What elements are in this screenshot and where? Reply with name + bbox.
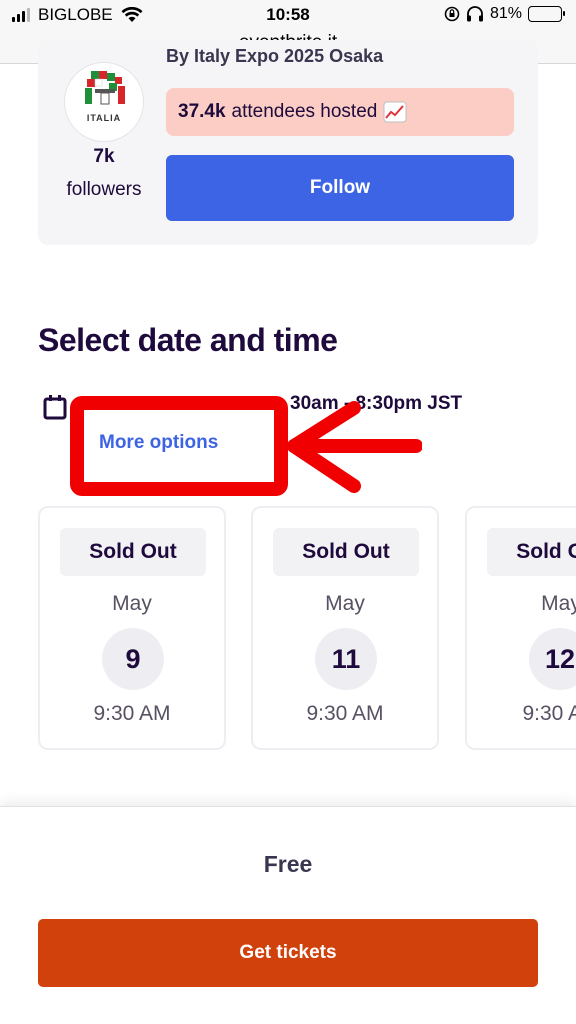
- sold-out-badge: Sold Out: [487, 528, 576, 576]
- headphones-icon: [466, 6, 483, 22]
- followers-label: followers: [66, 179, 142, 200]
- status-right: 81%: [444, 5, 565, 23]
- italia-logo-icon: [85, 71, 125, 105]
- date-month: May: [112, 592, 152, 615]
- date-card-may-9[interactable]: Sold Out May 9 9:30 AM: [38, 506, 226, 750]
- get-tickets-button[interactable]: Get tickets: [38, 919, 538, 987]
- follow-button[interactable]: Follow: [166, 155, 514, 221]
- date-day: 12: [529, 628, 576, 690]
- date-month: May: [541, 592, 576, 615]
- sold-out-badge: Sold Out: [273, 528, 419, 576]
- battery-icon: [528, 6, 565, 22]
- ticket-price: Free: [263, 851, 313, 877]
- checkout-bar: Free Get tickets: [0, 806, 576, 1024]
- chart-increasing-icon: [383, 101, 407, 123]
- followers-count: 7k: [93, 146, 115, 167]
- attendees-label: attendees hosted: [231, 101, 378, 122]
- organizer-card: By Italy Expo 2025 Osaka ITALIA 7k follo…: [38, 40, 538, 245]
- organizer-logo[interactable]: ITALIA: [64, 62, 144, 142]
- date-time: 9:30 AM: [522, 702, 576, 725]
- date-day: 9: [102, 628, 164, 690]
- date-time: 9:30 AM: [93, 702, 171, 725]
- logo-text: ITALIA: [86, 113, 122, 123]
- attendees-count: 37.4k: [178, 101, 226, 122]
- orientation-lock-icon: [444, 6, 460, 22]
- date-month: May: [325, 592, 365, 615]
- calendar-icon: [43, 395, 67, 420]
- date-card-may-12[interactable]: Sold Out May 12 9:30 AM: [465, 506, 576, 750]
- attendees-hosted-badge: 37.4k attendees hosted: [166, 88, 514, 136]
- date-time: 9:30 AM: [306, 702, 384, 725]
- sold-out-badge: Sold Out: [60, 528, 206, 576]
- annotation-highlight-box: [70, 396, 288, 496]
- date-card-may-11[interactable]: Sold Out May 11 9:30 AM: [251, 506, 439, 750]
- annotation-arrow-icon: [287, 401, 422, 493]
- section-title: Select date and time: [38, 322, 338, 358]
- battery-percent: 81%: [489, 5, 522, 22]
- organizer-name[interactable]: By Italy Expo 2025 Osaka: [166, 46, 383, 67]
- date-day: 11: [315, 628, 377, 690]
